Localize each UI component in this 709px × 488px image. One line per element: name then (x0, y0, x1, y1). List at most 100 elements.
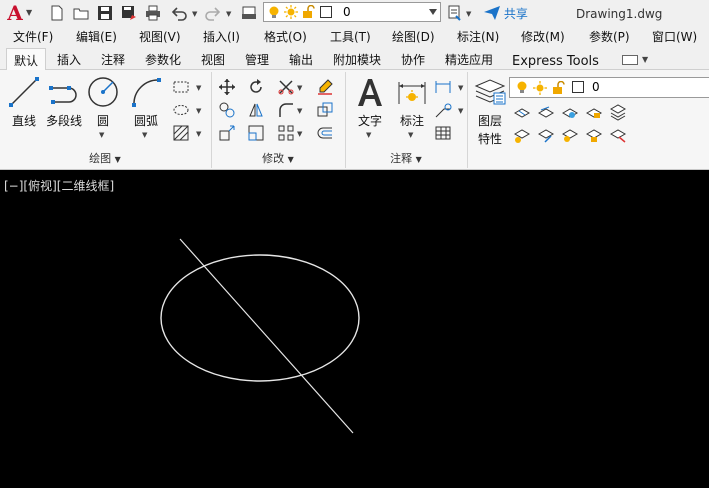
rectangle-icon[interactable] (172, 78, 190, 96)
menu-edit[interactable]: 编辑(E) (76, 28, 117, 45)
polyline-button[interactable]: 多段线 (44, 72, 84, 129)
dimension-dropdown-icon[interactable]: ▼ (408, 131, 413, 139)
viewport-controls-label[interactable]: [−][俯视][二维线框] (4, 177, 114, 194)
line-label: 直线 (11, 114, 36, 128)
table-icon[interactable] (434, 124, 452, 142)
text-button[interactable]: 文字 (350, 72, 390, 129)
layer-on-icon[interactable] (513, 126, 531, 144)
document-title: Drawing1.dwg (576, 7, 663, 21)
tab-output[interactable]: 输出 (289, 51, 313, 68)
layer-lock-icon[interactable] (585, 103, 603, 121)
tab-express-tools[interactable]: Express Tools (512, 54, 599, 69)
array-icon[interactable] (277, 124, 295, 142)
draw-panel-title[interactable]: 绘图 ▼ (0, 150, 210, 167)
share-button[interactable]: 共享 (484, 5, 528, 23)
tab-addins[interactable]: 附加模块 (333, 51, 381, 68)
title-bar: A ▼ ▼ ▼ 0 ▼ 共享 Drawing1.dwg (0, 0, 709, 26)
menu-draw[interactable]: 绘图(D) (392, 28, 435, 45)
layer-dropdown[interactable]: 0 (263, 2, 441, 22)
current-layer-name: 0 (592, 80, 600, 94)
arc-dropdown-icon[interactable]: ▼ (142, 131, 147, 139)
redo-dropdown-icon[interactable]: ▼ (226, 10, 231, 18)
layer-isolate-icon[interactable] (537, 103, 555, 121)
layer-unisolate-icon[interactable] (537, 126, 555, 144)
dimension-button[interactable]: 标注 (392, 72, 432, 129)
application-menu-button[interactable]: A (4, 2, 26, 24)
trim-dropdown-icon[interactable]: ▼ (297, 84, 302, 92)
layer-off-icon[interactable] (513, 103, 531, 121)
move-icon[interactable] (218, 78, 236, 96)
ellipse-dropdown-icon[interactable]: ▼ (196, 107, 201, 115)
menu-parametric[interactable]: 参数(P) (589, 28, 630, 45)
leader-icon[interactable] (434, 101, 452, 119)
layer-state-dropdown-icon[interactable]: ▼ (466, 10, 471, 18)
arc-button[interactable]: 圆弧 (126, 72, 166, 129)
layer-walk-icon[interactable] (609, 103, 627, 121)
tab-view[interactable]: 视图 (201, 51, 225, 68)
copy-icon[interactable] (218, 101, 236, 119)
undo-icon[interactable] (170, 4, 188, 22)
undo-dropdown-icon[interactable]: ▼ (192, 10, 197, 18)
layer-thaw-icon[interactable] (561, 126, 579, 144)
menu-dimension[interactable]: 标注(N) (457, 28, 499, 45)
chevron-down-icon[interactable]: ▼ (26, 8, 34, 17)
linear-dimension-icon[interactable] (434, 78, 452, 96)
circle-button[interactable]: 圆 (83, 72, 123, 129)
stretch-icon[interactable] (218, 124, 236, 142)
tab-manage[interactable]: 管理 (245, 51, 269, 68)
layer-match-icon[interactable] (609, 126, 627, 144)
text-dropdown-icon[interactable]: ▼ (366, 131, 371, 139)
layer-properties-button[interactable]: 图层 特性 (470, 72, 510, 147)
menu-view[interactable]: 视图(V) (139, 28, 181, 45)
layer-freeze-icon[interactable] (561, 103, 579, 121)
plot-icon[interactable] (240, 4, 258, 22)
menu-insert[interactable]: 插入(I) (203, 28, 240, 45)
print-icon[interactable] (144, 4, 162, 22)
open-folder-icon[interactable] (72, 4, 90, 22)
hatch-dropdown-icon[interactable]: ▼ (196, 130, 201, 138)
tab-default[interactable]: 默认 (6, 48, 47, 71)
tab-parametric[interactable]: 参数化 (145, 51, 181, 68)
hatch-icon[interactable] (172, 124, 190, 142)
erase-icon[interactable] (316, 78, 334, 96)
tab-featured-apps[interactable]: 精选应用 (445, 51, 493, 68)
rotate-icon[interactable] (247, 78, 265, 96)
offset-icon[interactable] (316, 124, 334, 142)
mirror-icon[interactable] (247, 101, 265, 119)
layer-state-icon[interactable] (446, 4, 464, 22)
tab-insert[interactable]: 插入 (57, 51, 81, 68)
new-file-icon[interactable] (48, 4, 66, 22)
drawing-canvas[interactable] (0, 171, 709, 488)
menu-format[interactable]: 格式(O) (264, 28, 307, 45)
line-icon (9, 77, 39, 107)
sun-icon (533, 81, 547, 95)
line-button[interactable]: 直线 (4, 72, 44, 129)
menu-file[interactable]: 文件(F) (13, 28, 53, 45)
tab-collaborate[interactable]: 协作 (401, 51, 425, 68)
trim-icon[interactable] (277, 78, 295, 96)
tab-annotate[interactable]: 注释 (101, 51, 125, 68)
save-as-icon[interactable] (120, 4, 138, 22)
save-icon[interactable] (96, 4, 114, 22)
redo-icon[interactable] (204, 4, 222, 22)
layer-unlock-icon[interactable] (585, 126, 603, 144)
modify-panel-title[interactable]: 修改 ▼ (212, 150, 344, 167)
chevron-down-icon[interactable]: ▼ (642, 55, 648, 64)
explode-icon[interactable] (316, 101, 334, 119)
ribbon-layer-dropdown[interactable]: 0 (509, 77, 709, 98)
leader-dropdown-icon[interactable]: ▼ (458, 107, 463, 115)
menu-modify[interactable]: 修改(M) (521, 28, 565, 45)
menu-window[interactable]: 窗口(W) (652, 28, 697, 45)
rectangle-dropdown-icon[interactable]: ▼ (196, 84, 201, 92)
layer-properties-label-2: 特性 (477, 132, 502, 146)
linear-dimension-dropdown-icon[interactable]: ▼ (458, 84, 463, 92)
minimize-ribbon-icon[interactable] (622, 55, 638, 65)
fillet-dropdown-icon[interactable]: ▼ (297, 107, 302, 115)
fillet-icon[interactable] (277, 101, 295, 119)
circle-dropdown-icon[interactable]: ▼ (99, 131, 104, 139)
ellipse-icon[interactable] (172, 101, 190, 119)
array-dropdown-icon[interactable]: ▼ (297, 130, 302, 138)
scale-icon[interactable] (247, 124, 265, 142)
annotation-panel-title[interactable]: 注释 ▼ (346, 150, 466, 167)
menu-tools[interactable]: 工具(T) (330, 28, 371, 45)
